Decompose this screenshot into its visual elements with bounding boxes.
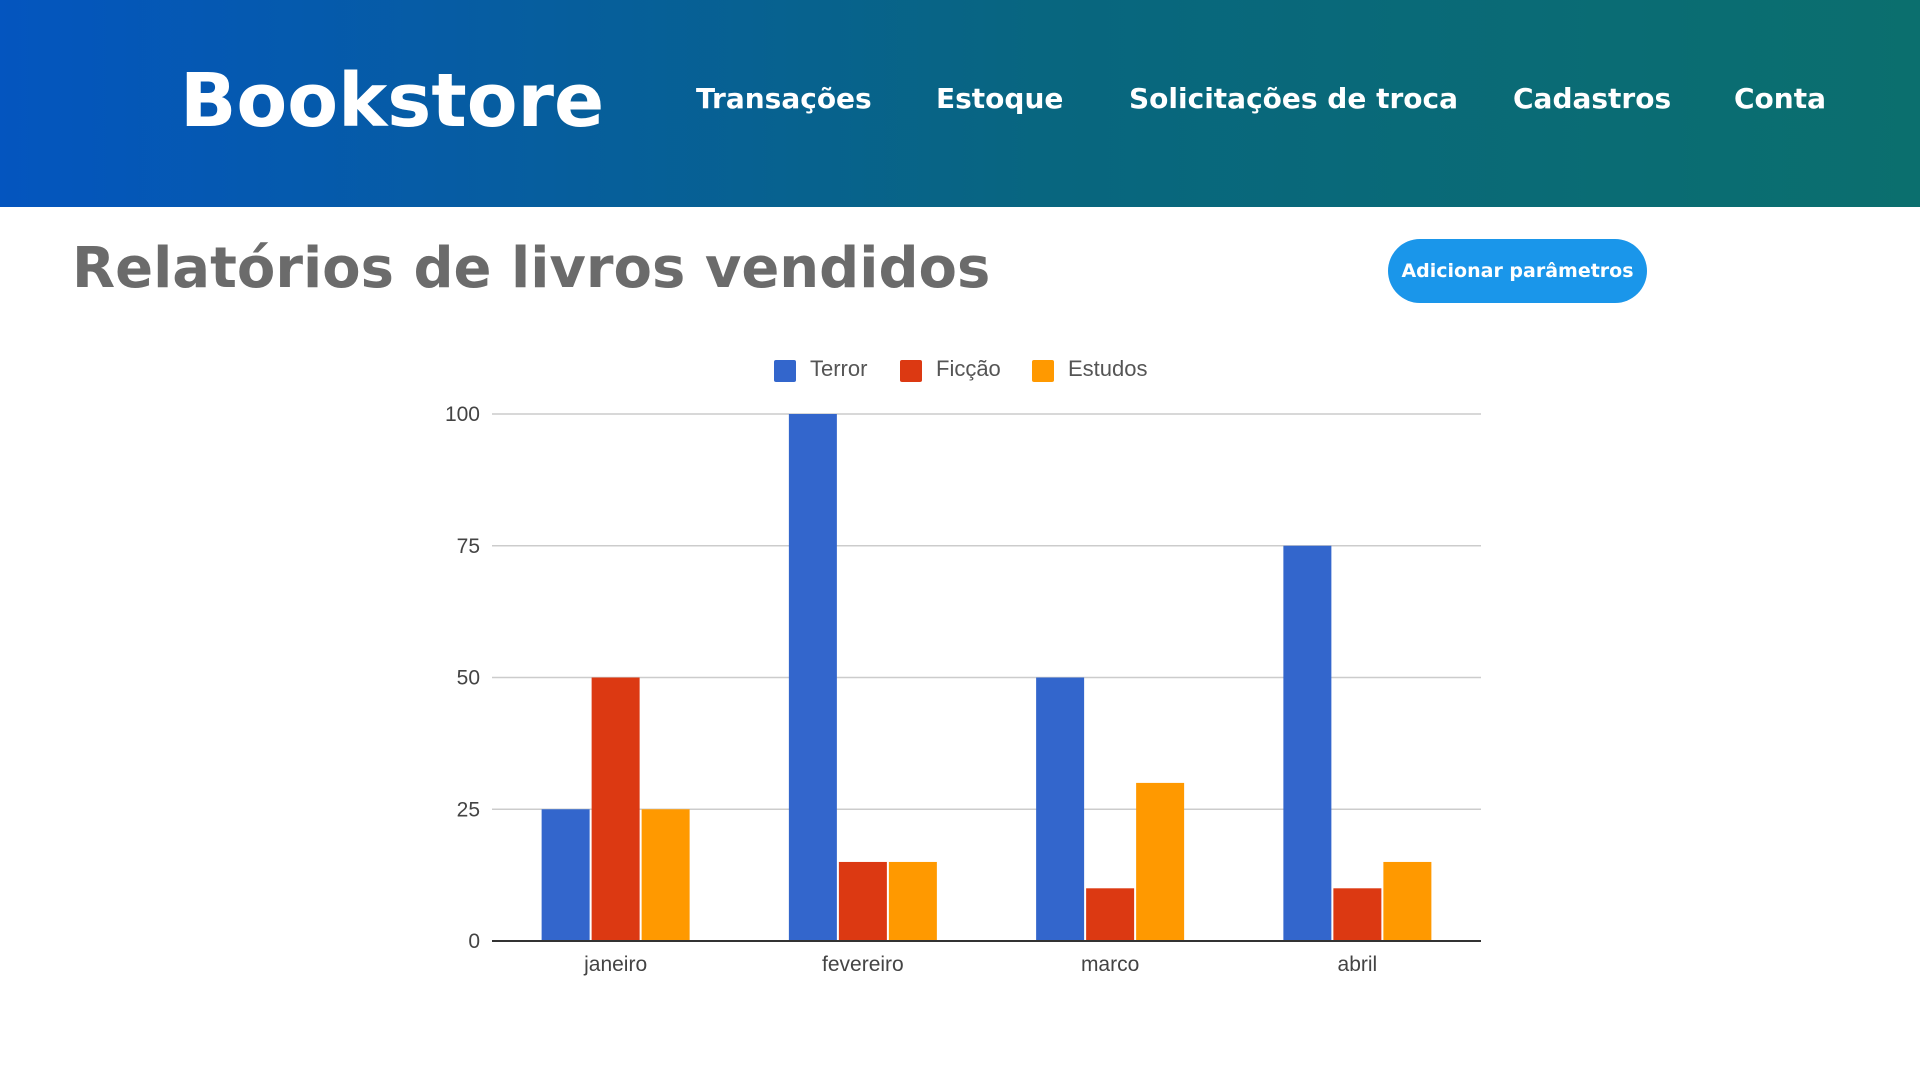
y-tick-label: 0: [468, 930, 480, 953]
bar: [641, 809, 690, 941]
bar-chart: 0 25 50 75 100 janeiro fevereiro marco abril: [445, 403, 1481, 976]
y-tick-label: 100: [445, 403, 480, 426]
bar: [1036, 677, 1085, 941]
y-tick-label: 25: [457, 798, 480, 821]
bar: [1283, 545, 1332, 941]
bar: [1383, 861, 1432, 941]
x-tick-label: abril: [1338, 953, 1378, 976]
bar: [1086, 888, 1135, 941]
bar: [1136, 782, 1185, 941]
bar: [541, 809, 590, 941]
bar: [888, 861, 937, 941]
x-tick-label: marco: [1081, 953, 1139, 976]
bar: [838, 861, 887, 941]
x-tick-label: fevereiro: [822, 953, 904, 976]
y-tick-label: 75: [457, 535, 480, 558]
bar: [591, 677, 640, 941]
y-tick-label: 50: [457, 667, 480, 690]
x-tick-label: janeiro: [583, 953, 647, 976]
bar: [1333, 888, 1382, 941]
bar: [788, 414, 837, 941]
